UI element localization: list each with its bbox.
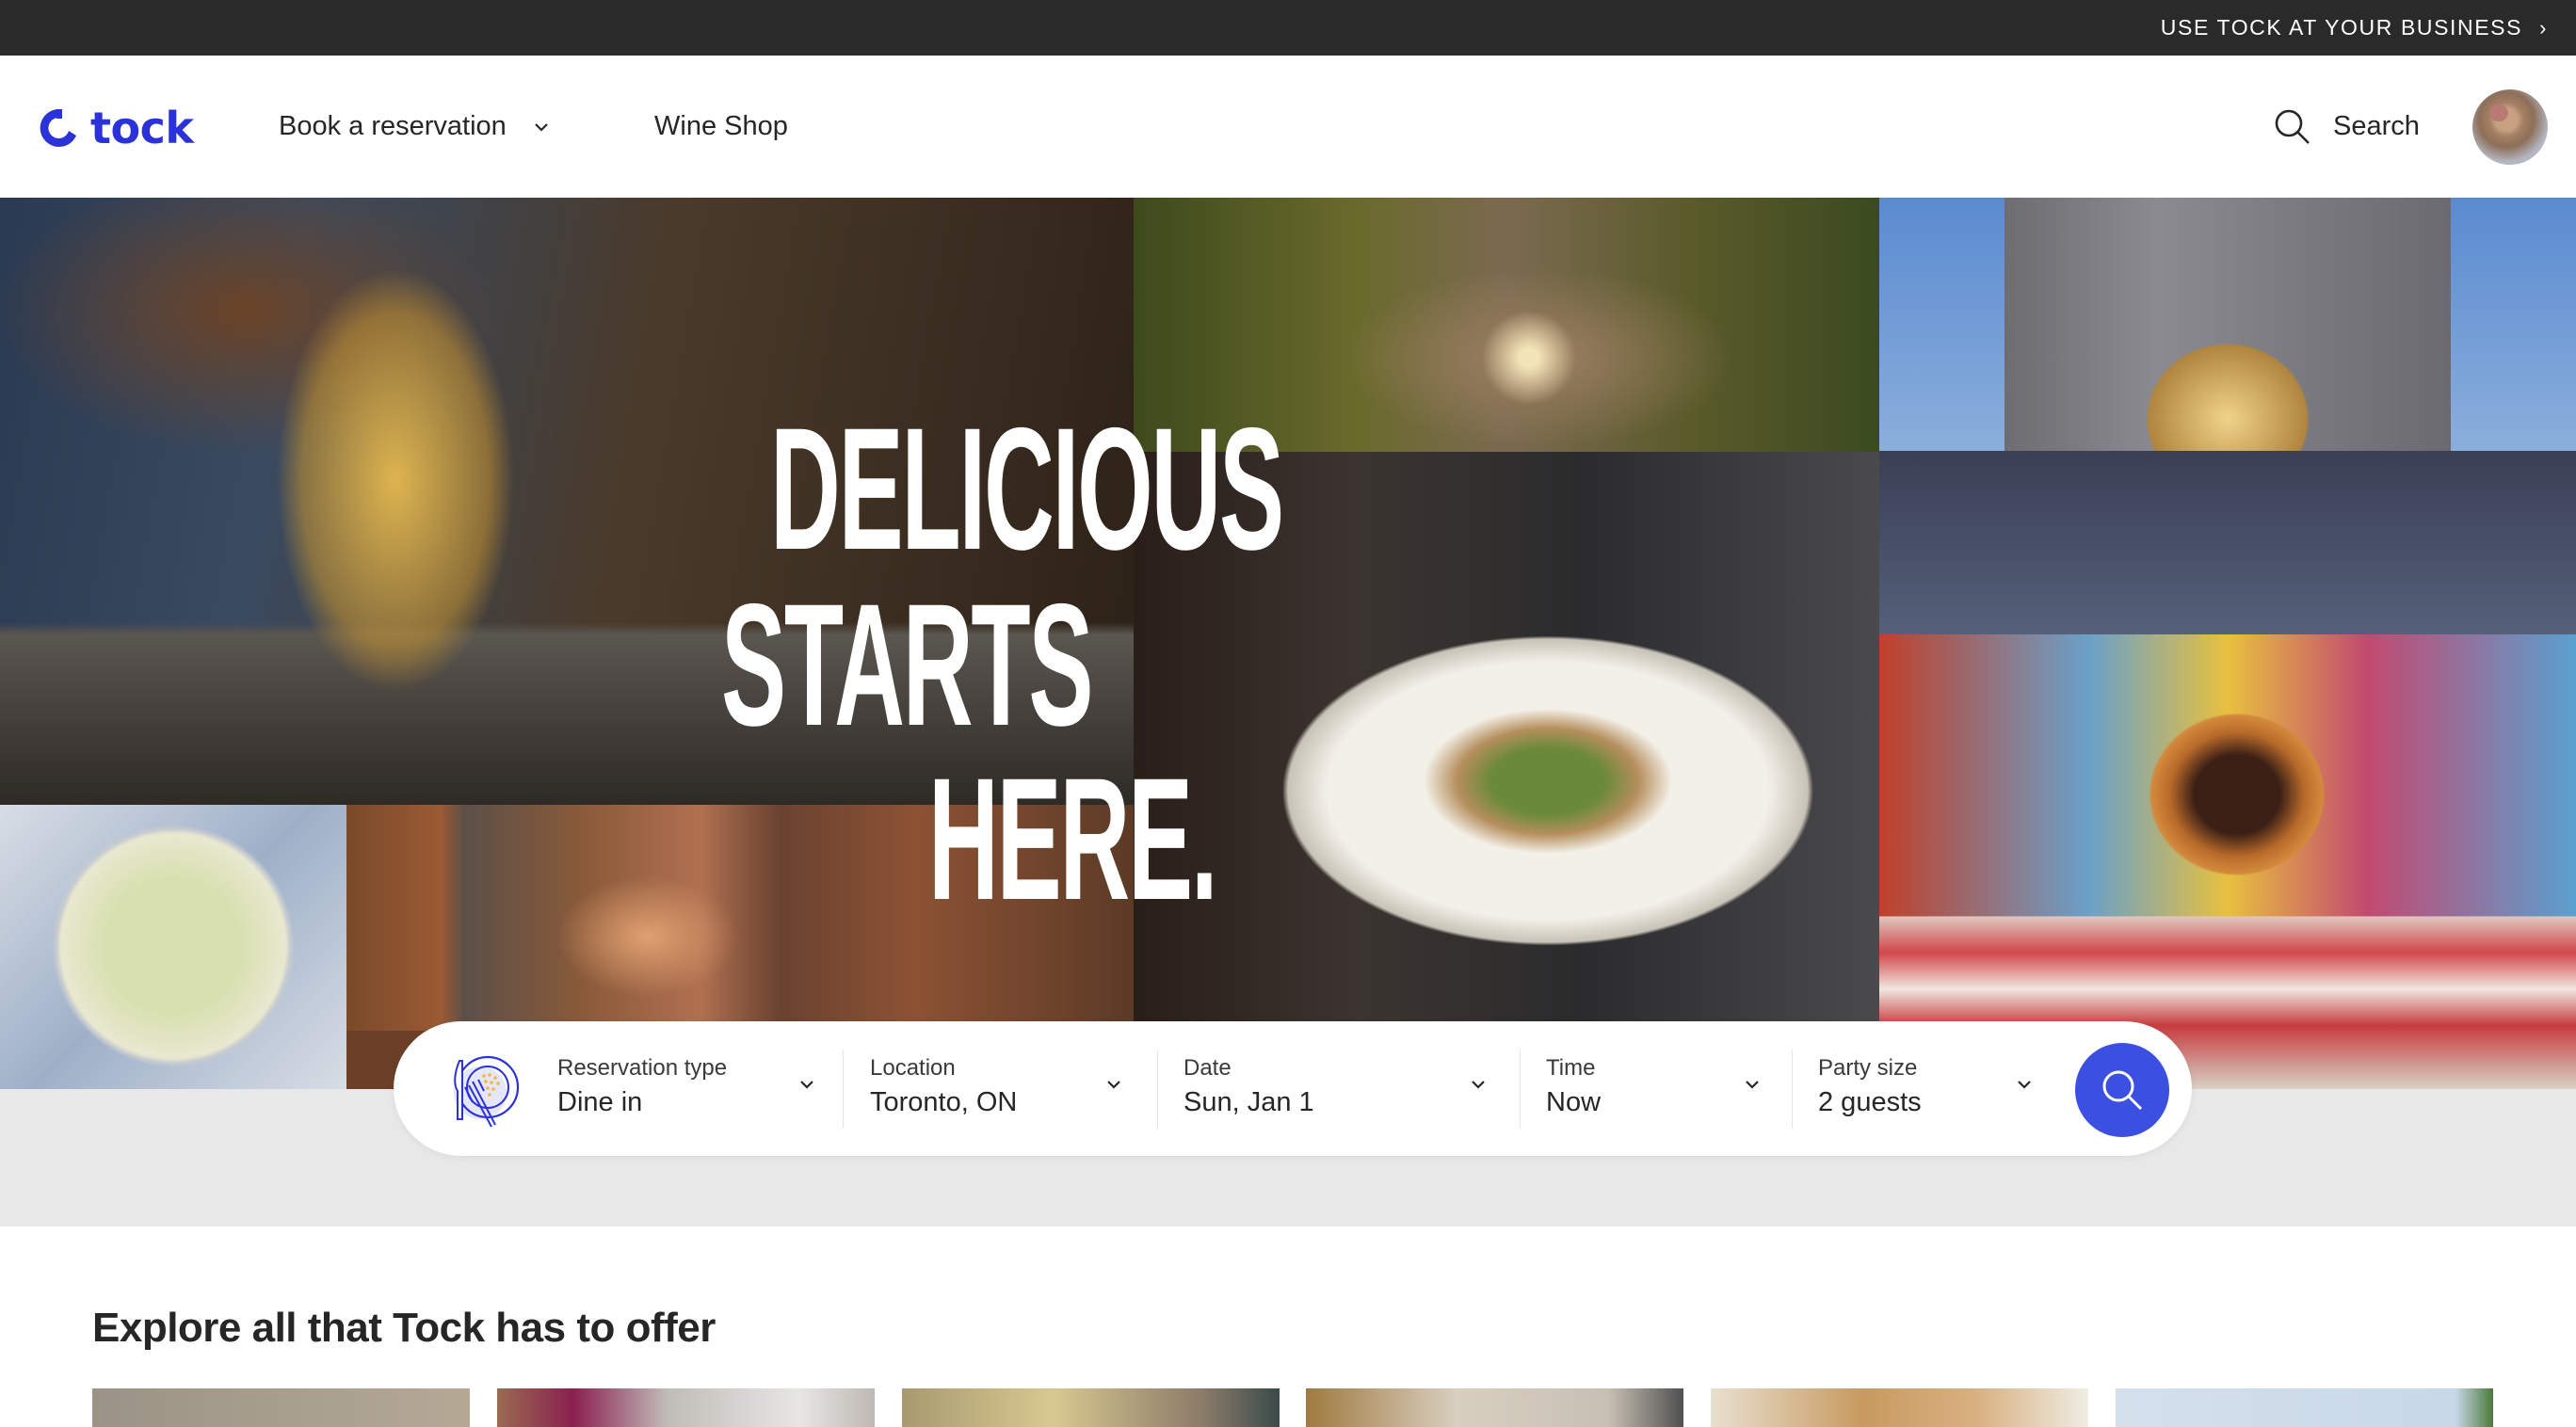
hero-image-patio (1134, 198, 1879, 452)
chevron-down-icon (1746, 1081, 1759, 1089)
chevron-right-icon: › (2539, 15, 2548, 40)
header-search-button[interactable]: Search (2273, 56, 2420, 198)
search-icon (2275, 109, 2310, 144)
location-label: Location (870, 1055, 956, 1081)
hero-image-cellar (346, 805, 1134, 1031)
explore-card[interactable] (1711, 1388, 2088, 1427)
chevron-down-icon (2018, 1081, 2031, 1089)
party-size-field[interactable]: Party size 2 guests (1792, 1021, 2065, 1156)
reservation-search-bar: Reservation type Dine in Location Toront… (394, 1021, 2192, 1156)
time-value: Now (1546, 1087, 1602, 1117)
nav-book-reservation[interactable]: Book a reservation (279, 56, 550, 198)
nav-book-reservation-label: Book a reservation (279, 111, 507, 141)
search-submit-button[interactable] (2075, 1043, 2169, 1137)
chevron-down-icon (535, 122, 548, 132)
reservation-type-label: Reservation type (557, 1055, 728, 1081)
hero-image-pasta (0, 198, 1134, 805)
date-field[interactable]: Date Sun, Jan 1 (1157, 1021, 1520, 1156)
hero-image-plate (1134, 452, 1879, 1021)
hero-image-cocktail (0, 805, 346, 1089)
hero-image-barn (1879, 198, 2576, 634)
site-header: tock Book a reservation Wine Shop Search (0, 56, 2576, 198)
time-label: Time (1546, 1055, 1596, 1081)
time-field[interactable]: Time Now (1520, 1021, 1792, 1156)
party-size-value: 2 guests (1818, 1087, 1922, 1117)
use-tock-business-label: USE TOCK AT YOUR BUSINESS (2160, 15, 2523, 40)
explore-card[interactable] (1306, 1388, 1683, 1427)
chevron-down-icon (1107, 1081, 1120, 1089)
location-value: Toronto, ON (870, 1087, 1018, 1117)
use-tock-business-link[interactable]: USE TOCK AT YOUR BUSINESS › (2161, 0, 2548, 56)
reservation-type-field[interactable]: Reservation type Dine in (394, 1021, 844, 1156)
date-label: Date (1183, 1055, 1232, 1081)
party-size-label: Party size (1818, 1055, 1918, 1081)
tock-logo-icon (40, 108, 76, 147)
chevron-down-icon (1472, 1081, 1485, 1089)
explore-card[interactable] (902, 1388, 1280, 1427)
header-search-label: Search (2333, 111, 2420, 141)
location-field[interactable]: Location Toronto, ON (844, 1021, 1157, 1156)
dine-in-icon (454, 1055, 520, 1128)
tock-logo-text: tock (90, 103, 194, 153)
explore-card[interactable] (497, 1388, 875, 1427)
nav-wine-shop-label: Wine Shop (654, 111, 788, 141)
nav-wine-shop[interactable]: Wine Shop (654, 56, 788, 198)
explore-section-title: Explore all that Tock has to offer (92, 1305, 716, 1351)
reservation-type-value: Dine in (557, 1087, 643, 1117)
user-avatar[interactable] (2472, 89, 2548, 165)
explore-card[interactable] (2116, 1388, 2493, 1427)
hero-collage: DELICIOUS STARTS HERE. (0, 198, 2576, 1089)
date-value: Sun, Jan 1 (1183, 1087, 1314, 1117)
search-icon (2102, 1070, 2143, 1111)
top-utility-bar: USE TOCK AT YOUR BUSINESS › (0, 0, 2576, 56)
chevron-down-icon (800, 1081, 813, 1089)
tock-logo[interactable]: tock (38, 103, 194, 153)
explore-card[interactable] (92, 1388, 470, 1427)
